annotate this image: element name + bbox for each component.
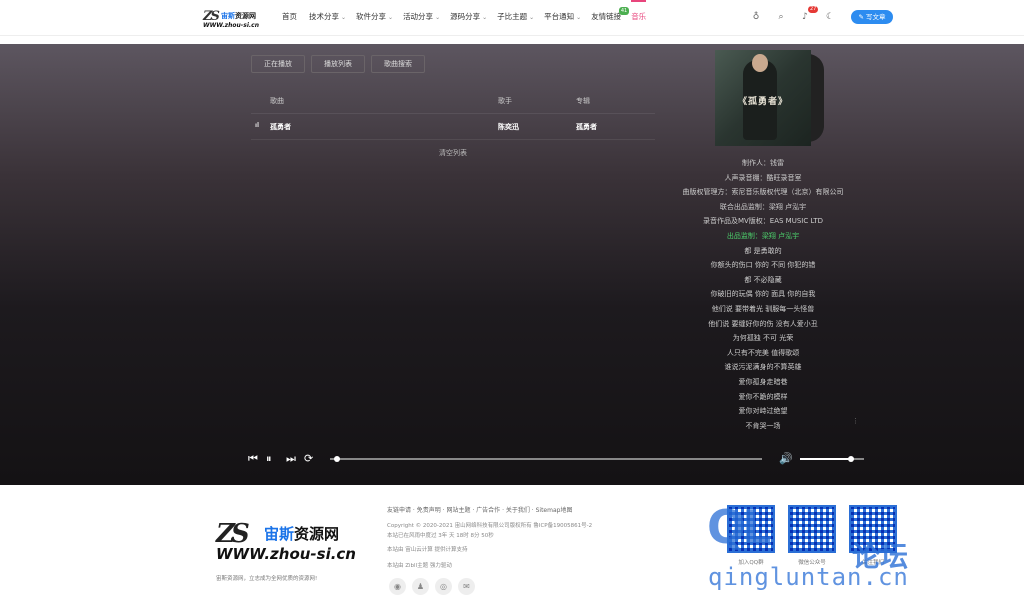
lyric-line: 人声录音棚：酷旺录音室 <box>724 173 802 182</box>
lyric-line: 录音作品及MV版权：EAS MUSIC LTD <box>702 217 824 226</box>
nav-tech[interactable]: 技术分享 ⌄ <box>309 0 346 36</box>
nav-music[interactable]: 音乐 <box>631 0 647 36</box>
previous-icon[interactable]: ⏮ <box>248 452 258 466</box>
site-footer: ZS 宙斯资源网 WWW.zhou-si.cn 宙斯资源网，立志成为全网优质的资… <box>0 485 1024 613</box>
footer-logo-name: 宙斯资源网 <box>264 525 340 543</box>
repeat-icon[interactable]: ⟳ <box>304 452 313 466</box>
lyric-line: 曲版权管理方：索尼音乐版权代理（北京）有限公司 <box>682 188 844 197</box>
nav-source[interactable]: 源码分享 ⌄ <box>450 0 487 36</box>
tab-now-playing[interactable]: 正在播放 <box>251 55 305 73</box>
col-artist: 歌手 <box>498 97 512 105</box>
bell-icon[interactable]: ♪ <box>799 11 811 23</box>
lyric-line: 制作人：钱雷 <box>742 159 784 167</box>
lyric-line: 人只有不完美 值得歌颂 <box>726 348 800 357</box>
lyric-line: 他们说 要带着光 驯服每一头怪兽 <box>711 304 815 313</box>
search-icon[interactable]: ⌕ <box>775 11 787 23</box>
footer-hosting: 本站由 宙山云计算 提供计算支持 <box>387 547 468 553</box>
lyric-line: 都 是勇敢的 <box>744 246 782 255</box>
watermark-url: qingluntan.cn <box>708 563 909 591</box>
lyric-line: 爱你对峙过绝望 <box>738 407 788 416</box>
song-artist[interactable]: 陈奕迅 <box>498 122 519 132</box>
clear-list-button[interactable]: 清空列表 <box>251 148 655 158</box>
lyric-line: 你破旧的玩偶 你的 面具 你的自我 <box>710 290 816 299</box>
write-article-button[interactable]: ✎ 写文章 <box>851 10 893 24</box>
nav-zibll[interactable]: 子比主题 ⌄ <box>497 0 534 36</box>
footer-logo[interactable]: ZS 宙斯资源网 WWW.zhou-si.cn <box>216 519 376 565</box>
lyric-line: 都 不必隐藏 <box>744 275 782 284</box>
table-header: 歌曲 歌手 专辑 <box>251 88 655 114</box>
nav-activities[interactable]: 活动分享 ⌄ <box>403 0 440 36</box>
lyric-line: 出品监制：梁翔 卢泓宇 <box>726 231 800 240</box>
progress-knob[interactable] <box>334 456 341 462</box>
cover-title: 《孤勇者》 <box>737 97 788 107</box>
pause-icon[interactable]: ⏸ <box>266 452 272 466</box>
nav-home[interactable]: 首页 <box>282 0 299 36</box>
footer-uptime: 本站已在风雨中度过 3年 天 18时 8分 50秒 <box>387 533 494 539</box>
player-tabs: 正在播放 播放列表 歌曲搜索 <box>251 55 431 73</box>
nav-badge: 41 <box>618 7 630 15</box>
moon-icon[interactable]: ☾ <box>824 11 836 23</box>
lyric-line: 爱你孤身走暗巷 <box>738 377 788 386</box>
weibo-icon[interactable]: ◎ <box>435 578 452 595</box>
lyrics-panel: 制作人：钱雷人声录音棚：酷旺录音室曲版权管理方：索尼音乐版权代理（北京）有限公司… <box>668 156 858 433</box>
lyric-line: 你额头的伤口 你的 不同 你犯的错 <box>710 261 816 270</box>
message-count-badge: 27 <box>808 6 819 13</box>
music-player: 正在播放 播放列表 歌曲搜索 歌曲 歌手 专辑 ıl 孤勇者 陈奕迅 孤勇者 清… <box>0 44 1024 485</box>
footer-theme: 本站由 Zibll主题 强力驱动 <box>387 563 452 569</box>
col-album: 专辑 <box>576 97 590 105</box>
album-cover: 《孤勇者》 <box>715 50 811 146</box>
lyric-line: 联合出品监制：梁翔 卢泓宇 <box>719 202 807 211</box>
song-album[interactable]: 孤勇者 <box>576 122 597 132</box>
wechat-qr <box>788 505 836 553</box>
lyric-line: 为何孤独 不可 光荣 <box>732 334 794 343</box>
lyric-line: 他们说 要缝好你的伤 没有人爱小丑 <box>708 319 818 328</box>
volume-slider[interactable] <box>800 456 864 462</box>
playing-indicator-icon: ıl <box>255 122 260 129</box>
lightbulb-icon[interactable]: ♁ <box>750 11 762 23</box>
col-song: 歌曲 <box>270 97 284 105</box>
tab-song-search[interactable]: 歌曲搜索 <box>371 55 425 73</box>
lyric-line: 谁说污泥满身的不算英雄 <box>724 363 802 372</box>
footer-links[interactable]: 友链申请 · 免责声明 · 网站主题 · 广告合作 · 关于我们 · Sitem… <box>387 505 572 514</box>
volume-icon[interactable]: 🔊 <box>779 452 793 466</box>
nav-friends[interactable]: 友情链接 41 <box>591 0 630 36</box>
lyric-line: 不肯哭一场 <box>745 421 781 430</box>
more-icon[interactable]: ⋮ <box>852 417 859 425</box>
footer-tagline: 宙斯资源网，立志成为全网优质的资源网! <box>216 576 318 582</box>
watermark-logo: QL <box>707 500 771 554</box>
nav-notice[interactable]: 平台通知 ⌄ <box>544 0 581 36</box>
social-links: ◉ ♟ ◎ ✉ <box>389 578 481 595</box>
logo-name: 宙斯资源网 <box>221 12 256 20</box>
lyric-line: 爱你不跪的模样 <box>738 392 788 401</box>
volume-fill <box>800 458 852 460</box>
top-header: ZS 宙斯资源网 WWW.zhou-si.cn 首页 技术分享 ⌄ 软件分享 ⌄ 活… <box>0 0 1024 36</box>
progress-bar[interactable] <box>330 456 762 462</box>
email-icon[interactable]: ✉ <box>458 578 475 595</box>
volume-knob[interactable] <box>848 456 855 462</box>
logo-url: WWW.zhou-si.cn <box>203 22 259 29</box>
table-row[interactable]: ıl 孤勇者 陈奕迅 孤勇者 <box>251 114 655 140</box>
footer-copyright: Copyright © 2020-2021 宙山网络科技有限公司版权所有 鲁IC… <box>387 523 593 529</box>
tab-playlist[interactable]: 播放列表 <box>311 55 365 73</box>
nav-software[interactable]: 软件分享 ⌄ <box>356 0 393 36</box>
song-title: 孤勇者 <box>270 123 291 131</box>
next-icon[interactable]: ⏭ <box>286 452 296 466</box>
footer-logo-url: WWW.zhou-si.cn <box>216 545 356 563</box>
site-logo[interactable]: ZS 宙斯资源网 WWW.zhou-si.cn <box>203 9 265 29</box>
wechat-icon[interactable]: ◉ <box>389 578 406 595</box>
main-nav: 首页 技术分享 ⌄ 软件分享 ⌄ 活动分享 ⌄ 源码分享 ⌄ 子比主题 ⌄ 平台通知 ⌄ 友… <box>282 0 656 36</box>
song-table: 歌曲 歌手 专辑 ıl 孤勇者 陈奕迅 孤勇者 <box>251 88 655 140</box>
qq-icon[interactable]: ♟ <box>412 578 429 595</box>
